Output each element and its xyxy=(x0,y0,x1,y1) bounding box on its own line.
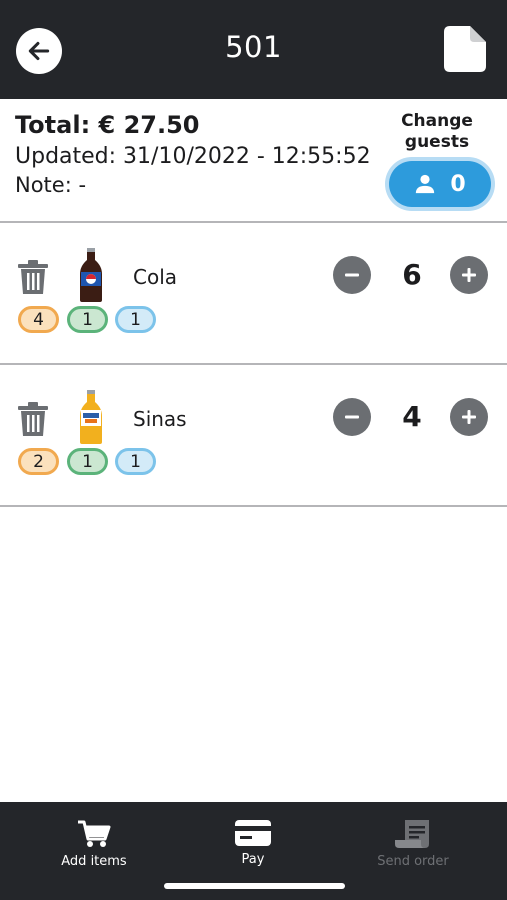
tab-send-order[interactable]: Send order xyxy=(358,820,468,869)
decrease-quantity-button[interactable] xyxy=(333,256,371,294)
cart-icon xyxy=(78,820,111,847)
item-quantity: 6 xyxy=(402,258,422,291)
item-quantity: 4 xyxy=(402,400,422,433)
guests-button[interactable]: 0 xyxy=(389,161,491,207)
receipt-icon xyxy=(395,820,429,848)
app-header: 501 xyxy=(0,0,507,99)
credit-card-icon xyxy=(235,820,271,846)
order-total: Total: € 27.50 xyxy=(15,111,200,139)
document-icon[interactable] xyxy=(444,26,486,72)
badge-green: 1 xyxy=(67,306,108,333)
increase-quantity-button[interactable] xyxy=(450,256,488,294)
order-item: Sinas 4 2 1 1 xyxy=(0,365,507,507)
minus-icon xyxy=(345,415,359,419)
tab-add-items-label: Add items xyxy=(61,854,127,869)
increase-quantity-button[interactable] xyxy=(450,398,488,436)
minus-icon xyxy=(345,273,359,277)
item-name: Cola xyxy=(133,265,178,289)
page-title: 501 xyxy=(225,30,282,64)
badge-blue: 1 xyxy=(115,448,156,475)
plus-icon xyxy=(462,268,476,282)
tab-add-items[interactable]: Add items xyxy=(39,820,149,869)
item-name: Sinas xyxy=(133,407,187,431)
updated-timestamp: Updated: 31/10/2022 - 12:55:52 xyxy=(15,144,371,169)
order-note: Note: - xyxy=(15,173,87,197)
order-summary: Total: € 27.50 Updated: 31/10/2022 - 12:… xyxy=(0,99,507,223)
tab-send-order-label: Send order xyxy=(377,854,449,869)
cola-bottle-icon xyxy=(80,248,102,302)
guest-count: 0 xyxy=(450,171,466,197)
tab-pay-label: Pay xyxy=(241,852,265,867)
sinas-bottle-icon xyxy=(80,390,102,444)
trash-icon[interactable] xyxy=(18,402,48,436)
badge-orange: 2 xyxy=(18,448,59,475)
change-guests-line2: guests xyxy=(404,132,470,152)
tab-pay[interactable]: Pay xyxy=(198,820,308,867)
trash-icon[interactable] xyxy=(18,260,48,294)
badge-green: 1 xyxy=(67,448,108,475)
plus-icon xyxy=(462,410,476,424)
badge-blue: 1 xyxy=(115,306,156,333)
change-guests-line1: Change xyxy=(401,111,473,131)
order-item: Cola 6 4 1 1 xyxy=(0,223,507,365)
change-guests-label: Change guests xyxy=(394,111,480,153)
person-icon xyxy=(416,174,435,194)
home-indicator xyxy=(164,883,345,889)
badge-orange: 4 xyxy=(18,306,59,333)
decrease-quantity-button[interactable] xyxy=(333,398,371,436)
